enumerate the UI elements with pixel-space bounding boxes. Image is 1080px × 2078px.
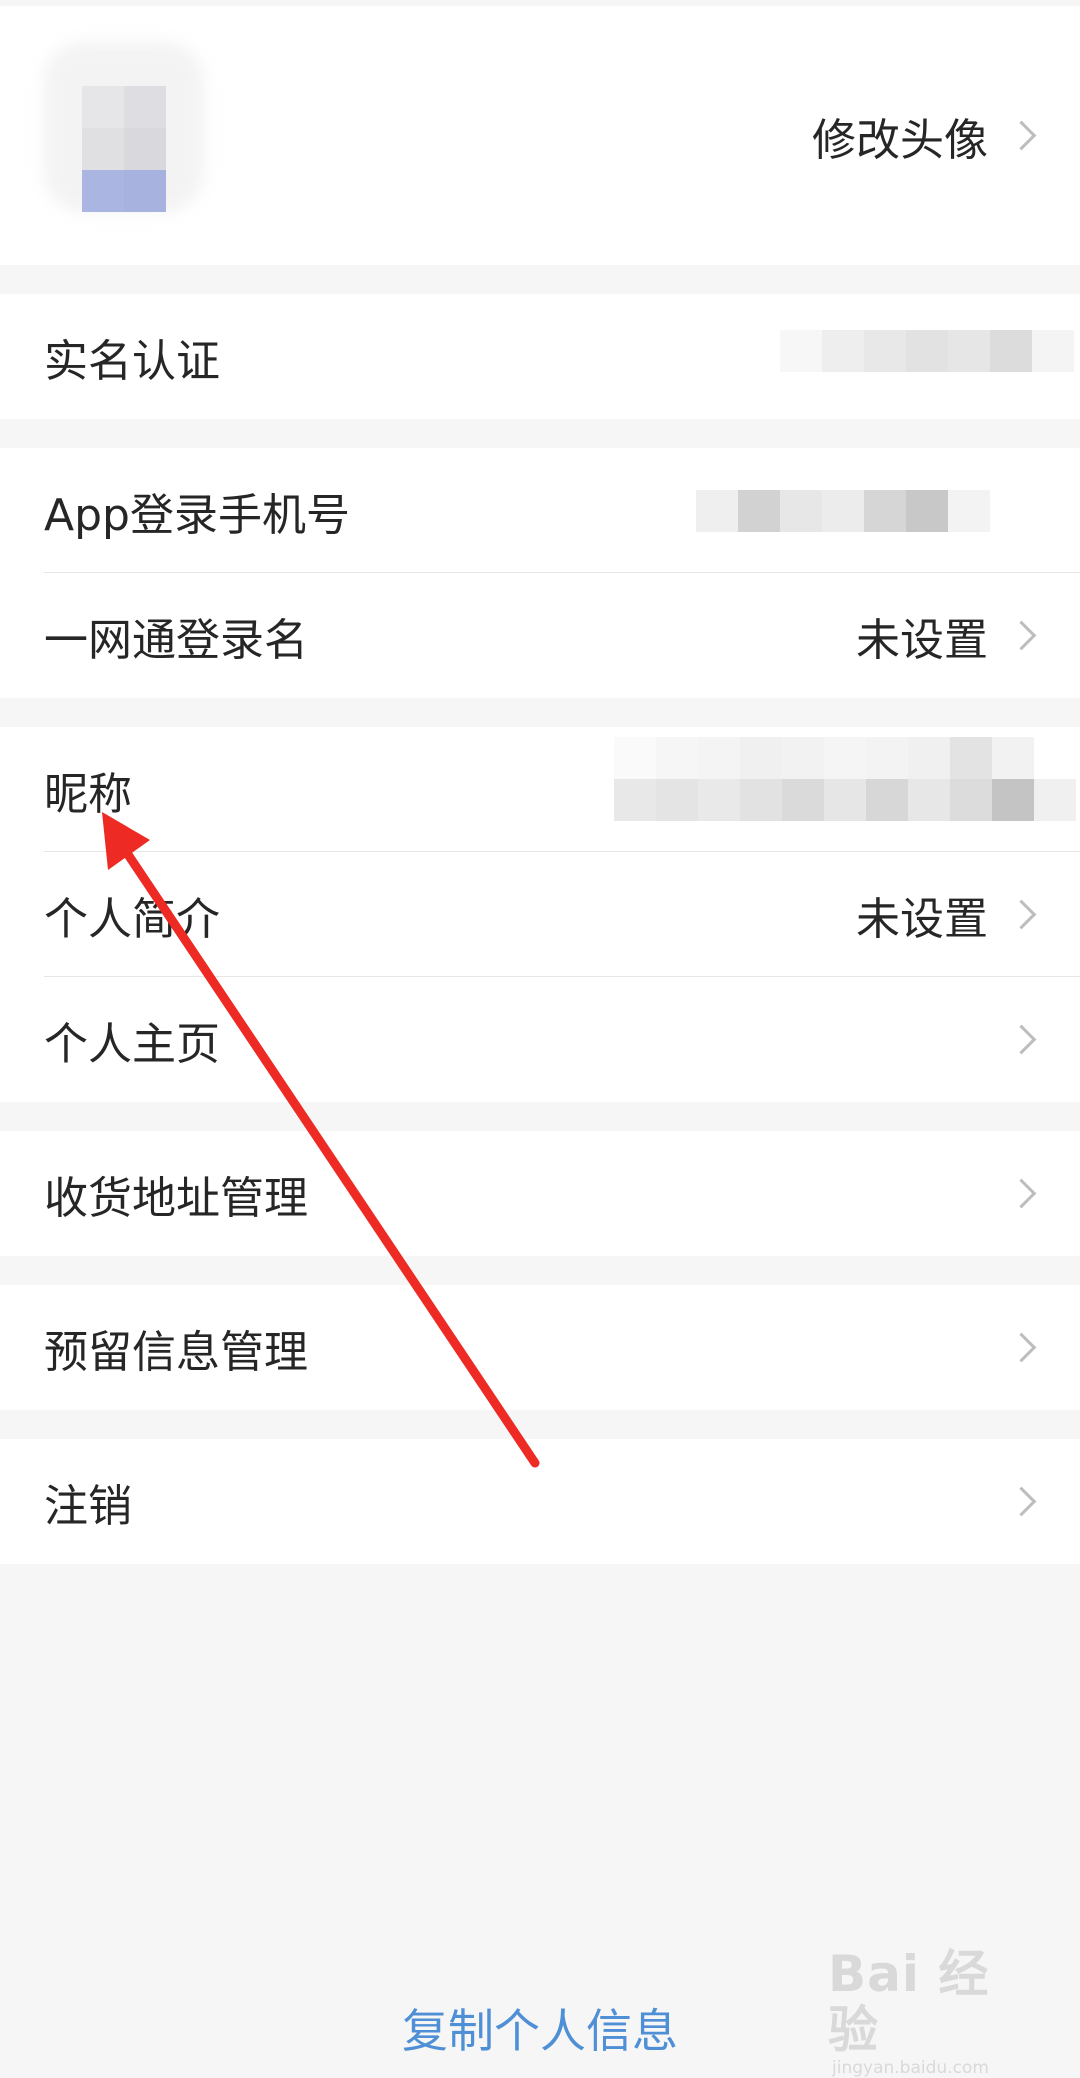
reserved-info-row[interactable]: 预留信息管理 — [0, 1285, 1080, 1410]
watermark-brand: Bai 经验 — [828, 1945, 990, 2059]
app-phone-value-redacted — [696, 490, 990, 532]
baidu-jingyan-watermark: Bai 经验 jingyan.baidu.com — [828, 1946, 1033, 2078]
chevron-right-icon — [1006, 1178, 1037, 1208]
real-name-section: 实名认证 — [0, 294, 1080, 419]
real-name-row[interactable]: 实名认证 — [0, 294, 1080, 419]
address-row[interactable]: 收货地址管理 — [0, 1131, 1080, 1256]
real-name-value-redacted — [780, 330, 1074, 372]
app-phone-row[interactable]: App登录手机号 — [0, 448, 1080, 573]
app-phone-label: App登录手机号 — [44, 489, 350, 541]
chevron-right-icon — [1006, 1024, 1037, 1054]
homepage-label: 个人主页 — [44, 1018, 220, 1070]
avatar[interactable] — [44, 42, 204, 212]
login-name-value: 未设置 — [856, 614, 988, 666]
nickname-value-redacted — [614, 737, 1076, 821]
chevron-right-icon — [1006, 1332, 1037, 1362]
change-avatar-label: 修改头像 — [812, 114, 988, 166]
bio-label: 个人简介 — [44, 893, 220, 945]
homepage-row[interactable]: 个人主页 — [0, 977, 1080, 1102]
watermark-url: jingyan.baidu.com — [832, 2058, 989, 2078]
address-section: 收货地址管理 — [0, 1131, 1080, 1256]
account-section: App登录手机号 一网通登录名 未设置 — [0, 448, 1080, 698]
address-label: 收货地址管理 — [44, 1172, 308, 1224]
reserved-info-label: 预留信息管理 — [44, 1326, 308, 1378]
chevron-right-icon — [1006, 1486, 1037, 1516]
real-name-label: 实名认证 — [44, 335, 220, 387]
chevron-right-icon — [1006, 620, 1037, 650]
chevron-right-icon — [1006, 899, 1037, 929]
logout-row[interactable]: 注销 — [0, 1439, 1080, 1564]
logout-section: 注销 — [0, 1439, 1080, 1564]
chevron-right-icon — [1006, 120, 1037, 150]
nickname-label: 昵称 — [44, 768, 132, 820]
avatar-section: 修改头像 — [0, 6, 1080, 265]
profile-section: 昵称 个人简介 未设置 个人主页 — [0, 727, 1080, 1102]
logout-label: 注销 — [44, 1480, 132, 1532]
login-name-row[interactable]: 一网通登录名 未设置 — [0, 573, 1080, 698]
change-avatar-row[interactable]: 修改头像 — [0, 6, 1080, 265]
bio-row[interactable]: 个人简介 未设置 — [0, 852, 1080, 977]
bio-value: 未设置 — [856, 893, 988, 945]
login-name-label: 一网通登录名 — [44, 614, 308, 666]
nickname-row[interactable]: 昵称 — [0, 727, 1080, 852]
reserved-info-section: 预留信息管理 — [0, 1285, 1080, 1410]
